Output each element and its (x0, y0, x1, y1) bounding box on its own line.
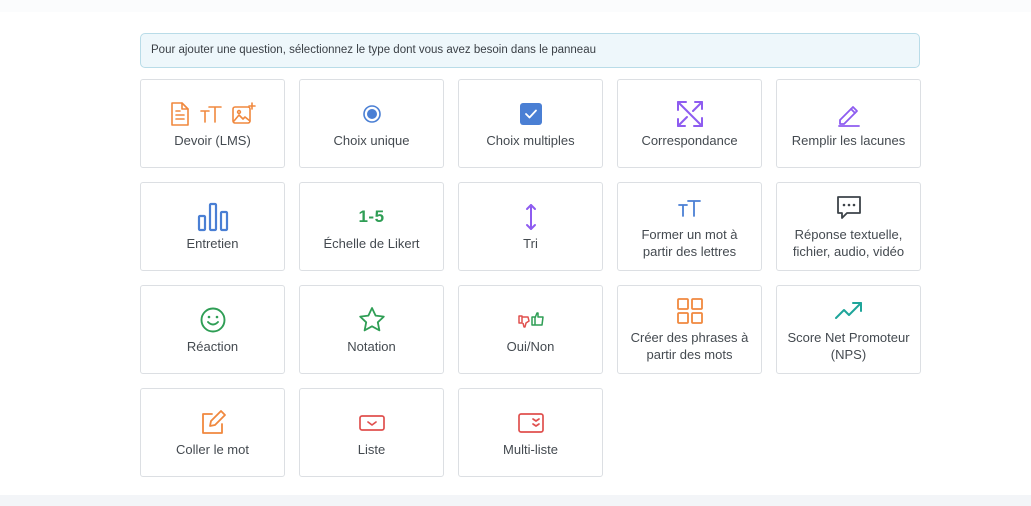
card-label: Notation (347, 338, 396, 354)
card-assignment[interactable]: Devoir (LMS) (140, 79, 285, 168)
smile-icon (199, 305, 227, 335)
info-notice: Pour ajouter une question, sélectionnez … (140, 33, 920, 68)
card-multiple-choice[interactable]: Choix multiples (458, 79, 603, 168)
checkbox-icon (519, 99, 543, 129)
card-label: Devoir (LMS) (174, 132, 251, 148)
dropdown-icon (358, 408, 386, 438)
card-label: Réaction (186, 338, 239, 354)
text-size-icon (677, 193, 703, 223)
thumbs-icon (517, 305, 545, 335)
card-likert-scale[interactable]: 1-5 Échelle de Likert (299, 182, 444, 271)
card-yes-no[interactable]: Oui/Non (458, 285, 603, 374)
card-text-response[interactable]: Réponse textuelle, fichier, audio, vidéo (776, 182, 921, 271)
card-label: Échelle de Likert (323, 235, 420, 251)
card-paste-word[interactable]: Coller le mot (140, 388, 285, 477)
sort-arrows-icon (524, 202, 538, 232)
card-nps[interactable]: Score Net Promoteur (NPS) (776, 285, 921, 374)
grid-icon (676, 296, 704, 326)
likert-icon: 1-5 (358, 202, 384, 232)
card-label: Choix multiples (486, 132, 575, 148)
card-interview[interactable]: Entretien (140, 182, 285, 271)
card-label: Liste (357, 441, 386, 457)
edit-square-icon (199, 408, 227, 438)
card-fill-blanks[interactable]: Remplir les lacunes (776, 79, 921, 168)
assignment-icons (168, 99, 258, 129)
bar-chart-icon (197, 202, 229, 232)
match-arrows-icon (675, 99, 705, 129)
card-label: Créer des phrases à partir des mots (630, 330, 749, 362)
card-matching[interactable]: Correspondance (617, 79, 762, 168)
question-type-grid: Devoir (LMS) Choix unique Choix multiple… (140, 79, 921, 477)
card-rating[interactable]: Notation (299, 285, 444, 374)
card-label: Entretien (186, 235, 239, 251)
card-label: Former un mot à partir des lettres (641, 227, 738, 259)
card-label: Coller le mot (176, 441, 249, 457)
card-label: Score Net Promoteur (NPS) (787, 330, 910, 362)
card-label: Tri (523, 235, 538, 251)
card-multi-list[interactable]: Multi-liste (458, 388, 603, 477)
card-label: Oui/Non (506, 338, 555, 354)
likert-icon-text: 1-5 (358, 206, 385, 226)
card-list[interactable]: Liste (299, 388, 444, 477)
card-build-sentences[interactable]: Créer des phrases à partir des mots (617, 285, 762, 374)
multi-dropdown-icon (517, 408, 545, 438)
star-icon (358, 305, 386, 335)
card-label: Réponse textuelle, fichier, audio, vidéo (792, 227, 905, 259)
card-sort[interactable]: Tri (458, 182, 603, 271)
card-label: Multi-liste (503, 441, 558, 457)
card-reaction[interactable]: Réaction (140, 285, 285, 374)
card-label: Remplir les lacunes (791, 132, 906, 148)
comment-icon (835, 193, 863, 223)
card-label: Choix unique (333, 132, 410, 148)
card-word-from-letters[interactable]: Former un mot à partir des lettres (617, 182, 762, 271)
radio-icon (362, 99, 382, 129)
top-strip (0, 0, 1031, 12)
card-label: Correspondance (641, 132, 738, 148)
trending-up-icon (834, 296, 864, 326)
pencil-icon (835, 99, 863, 129)
card-single-choice[interactable]: Choix unique (299, 79, 444, 168)
